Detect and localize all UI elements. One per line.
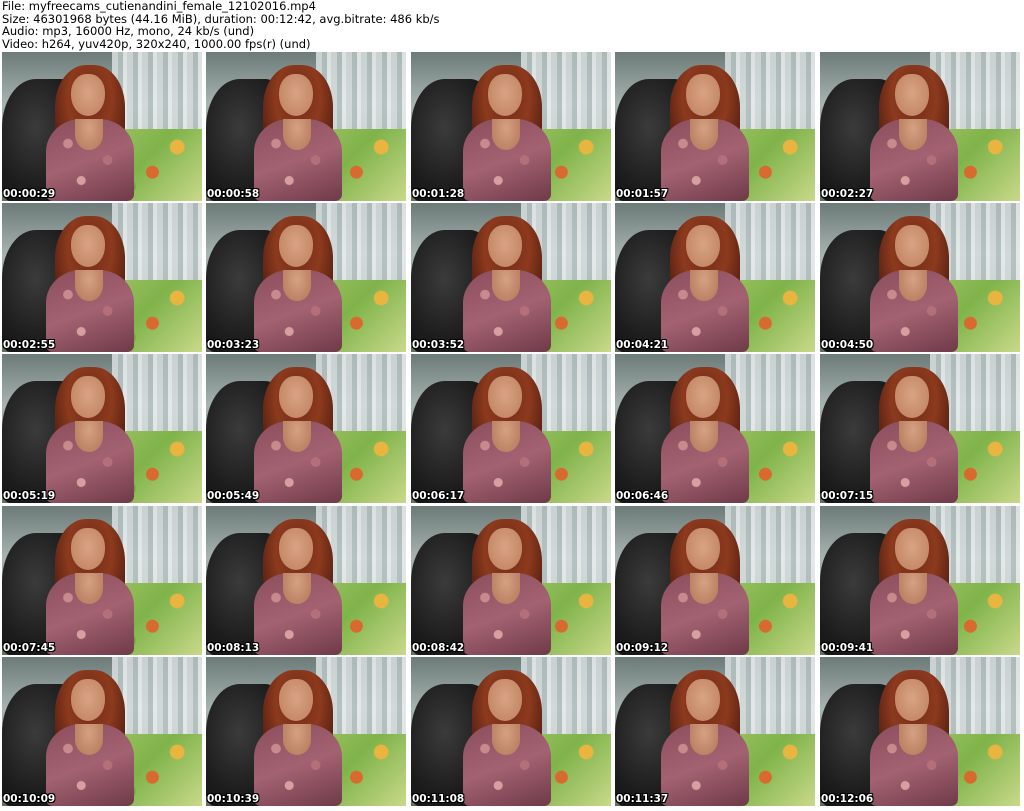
video-thumbnail: 00:02:27	[820, 52, 1020, 201]
thumbnail-timestamp: 00:04:50	[821, 339, 874, 351]
thumbnail-timestamp: 00:02:55	[3, 339, 56, 351]
video-thumbnail: 00:05:49	[206, 354, 406, 503]
thumbnail-frame	[411, 52, 611, 201]
thumbnail-frame	[820, 657, 1020, 806]
thumbnail-frame	[615, 52, 815, 201]
thumbnail-frame	[820, 203, 1020, 352]
video-thumbnail: 00:10:39	[206, 657, 406, 806]
thumbnail-frame	[206, 354, 406, 503]
thumbnail-frame	[2, 52, 202, 201]
video-thumbnail: 00:08:42	[411, 506, 611, 655]
video-thumbnail: 00:09:41	[820, 506, 1020, 655]
video-thumbnail: 00:07:15	[820, 354, 1020, 503]
thumbnail-timestamp: 00:00:58	[207, 188, 260, 200]
thumbnail-frame	[615, 657, 815, 806]
thumbnail-timestamp: 00:01:28	[412, 188, 465, 200]
thumbnail-frame	[411, 354, 611, 503]
thumbnail-timestamp: 00:02:27	[821, 188, 874, 200]
thumbnail-frame	[615, 506, 815, 655]
video-info: Video: h264, yuv420p, 320x240, 1000.00 f…	[2, 36, 311, 51]
video-thumbnail: 00:11:37	[615, 657, 815, 806]
thumbnail-frame	[820, 52, 1020, 201]
thumbnail-frame	[411, 203, 611, 352]
video-thumbnail: 00:01:57	[615, 52, 815, 201]
thumbnail-timestamp: 00:11:37	[616, 793, 669, 805]
thumbnail-frame	[206, 657, 406, 806]
video-thumbnail: 00:05:19	[2, 354, 202, 503]
thumbnail-timestamp: 00:04:21	[616, 339, 669, 351]
video-thumbnail: 00:06:46	[615, 354, 815, 503]
video-thumbnail: 00:10:09	[2, 657, 202, 806]
video-thumbnail: 00:00:29	[2, 52, 202, 201]
thumbnail-frame	[615, 354, 815, 503]
thumbnail-frame	[2, 354, 202, 503]
thumbnail-timestamp: 00:05:19	[3, 490, 56, 502]
file-name: File: myfreecams_cutienandini_female_121…	[2, 0, 316, 13]
thumbnail-timestamp: 00:10:09	[3, 793, 56, 805]
video-thumbnail: 00:08:13	[206, 506, 406, 655]
thumbnail-timestamp: 00:03:52	[412, 339, 465, 351]
thumbnail-frame	[411, 506, 611, 655]
thumbnail-timestamp: 00:08:13	[207, 642, 260, 654]
thumbnail-frame	[615, 203, 815, 352]
thumbnail-timestamp: 00:10:39	[207, 793, 260, 805]
thumbnail-frame	[820, 354, 1020, 503]
video-thumbnail: 00:02:55	[2, 203, 202, 352]
thumbnail-frame	[206, 52, 406, 201]
video-thumbnail: 00:09:12	[615, 506, 815, 655]
video-thumbnail: 00:12:06	[820, 657, 1020, 806]
thumbnail-grid: 00:00:29 00:00:58 00:01:28 00:01:57 00:02:27…	[2, 52, 1022, 809]
thumbnail-timestamp: 00:00:29	[3, 188, 56, 200]
thumbnail-timestamp: 00:09:41	[821, 642, 874, 654]
thumbnail-timestamp: 00:06:17	[412, 490, 465, 502]
thumbnail-timestamp: 00:01:57	[616, 188, 669, 200]
video-thumbnail: 00:03:23	[206, 203, 406, 352]
thumbnail-timestamp: 00:07:15	[821, 490, 874, 502]
file-info-header: File: myfreecams_cutienandini_female_121…	[2, 0, 1018, 52]
thumbnail-frame	[411, 657, 611, 806]
thumbnail-timestamp: 00:06:46	[616, 490, 669, 502]
video-thumbnail: 00:03:52	[411, 203, 611, 352]
thumbnail-timestamp: 00:12:06	[821, 793, 874, 805]
video-thumbnail: 00:06:17	[411, 354, 611, 503]
thumbnail-frame	[206, 203, 406, 352]
video-thumbnail: 00:00:58	[206, 52, 406, 201]
thumbnail-timestamp: 00:07:45	[3, 642, 56, 654]
thumbnail-frame	[2, 657, 202, 806]
video-thumbnail: 00:01:28	[411, 52, 611, 201]
thumbnail-timestamp: 00:03:23	[207, 339, 260, 351]
video-thumbnail: 00:11:08	[411, 657, 611, 806]
video-thumbnail: 00:07:45	[2, 506, 202, 655]
thumbnail-timestamp: 00:08:42	[412, 642, 465, 654]
thumbnail-frame	[2, 506, 202, 655]
thumbnail-timestamp: 00:11:08	[412, 793, 465, 805]
thumbnail-frame	[820, 506, 1020, 655]
video-thumbnail: 00:04:21	[615, 203, 815, 352]
audio-info: Audio: mp3, 16000 Hz, mono, 24 kb/s (und…	[2, 24, 255, 38]
thumbnail-frame	[206, 506, 406, 655]
thumbnail-timestamp: 00:09:12	[616, 642, 669, 654]
video-thumbnail: 00:04:50	[820, 203, 1020, 352]
thumbnail-frame	[2, 203, 202, 352]
thumbnail-timestamp: 00:05:49	[207, 490, 260, 502]
